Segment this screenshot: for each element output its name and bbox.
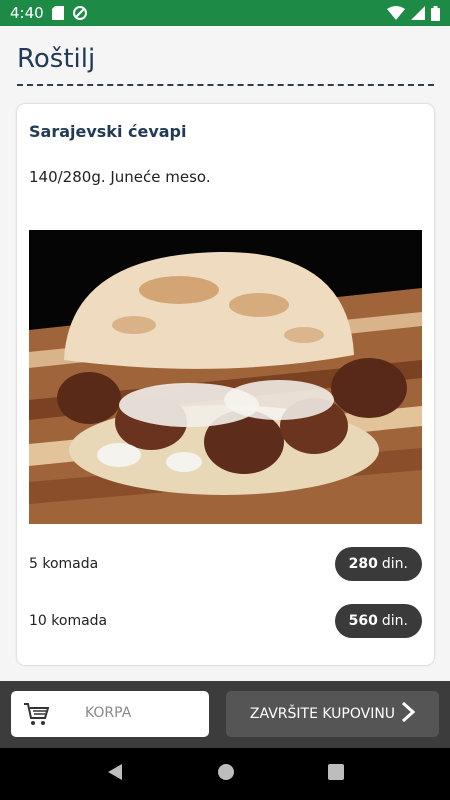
shopping-cart-icon [23, 702, 50, 730]
page-title: Roštilj [17, 44, 96, 74]
status-left: 4:40 [10, 4, 88, 22]
data-saver-icon [72, 5, 88, 21]
checkout-label: ZAVRŠITE KUPOVINU [249, 706, 396, 722]
item-description: 140/280g. Juneće meso. [29, 168, 211, 186]
system-nav-bar [0, 748, 450, 800]
chevron-right-icon [401, 701, 416, 727]
back-icon[interactable] [106, 763, 124, 785]
product-card: Sarajevski ćevapi 140/280g. Juneće meso. [17, 104, 434, 665]
status-time: 4:40 [10, 4, 44, 22]
signal-icon [411, 6, 425, 20]
cevapi-photo-illustration [29, 230, 422, 524]
price-currency: din. [381, 613, 408, 629]
item-name: Sarajevski ćevapi [29, 122, 187, 141]
price-value: 280 [348, 556, 378, 572]
recents-icon[interactable] [327, 764, 344, 784]
item-image [29, 230, 422, 524]
status-right [387, 5, 440, 21]
price-currency: din. [381, 556, 408, 572]
title-divider [17, 84, 434, 86]
option-label: 10 komada [29, 613, 108, 629]
wifi-icon [387, 6, 405, 20]
sd-card-icon [51, 6, 64, 20]
cart-button[interactable]: KORPA [11, 691, 209, 737]
price-button[interactable]: 280 din. [334, 547, 422, 581]
home-icon[interactable] [217, 763, 235, 785]
bottom-action-bar: KORPA ZAVRŠITE KUPOVINU [0, 681, 450, 748]
option-row: 10 komada 560 din. [29, 603, 422, 639]
price-button[interactable]: 560 din. [334, 604, 422, 638]
option-label: 5 komada [29, 556, 99, 572]
checkout-button[interactable]: ZAVRŠITE KUPOVINU [226, 691, 439, 737]
battery-icon [431, 5, 440, 21]
price-value: 560 [348, 613, 378, 629]
option-row: 5 komada 280 din. [29, 546, 422, 582]
status-bar: 4:40 [0, 0, 450, 26]
cart-label: KORPA [85, 705, 132, 721]
